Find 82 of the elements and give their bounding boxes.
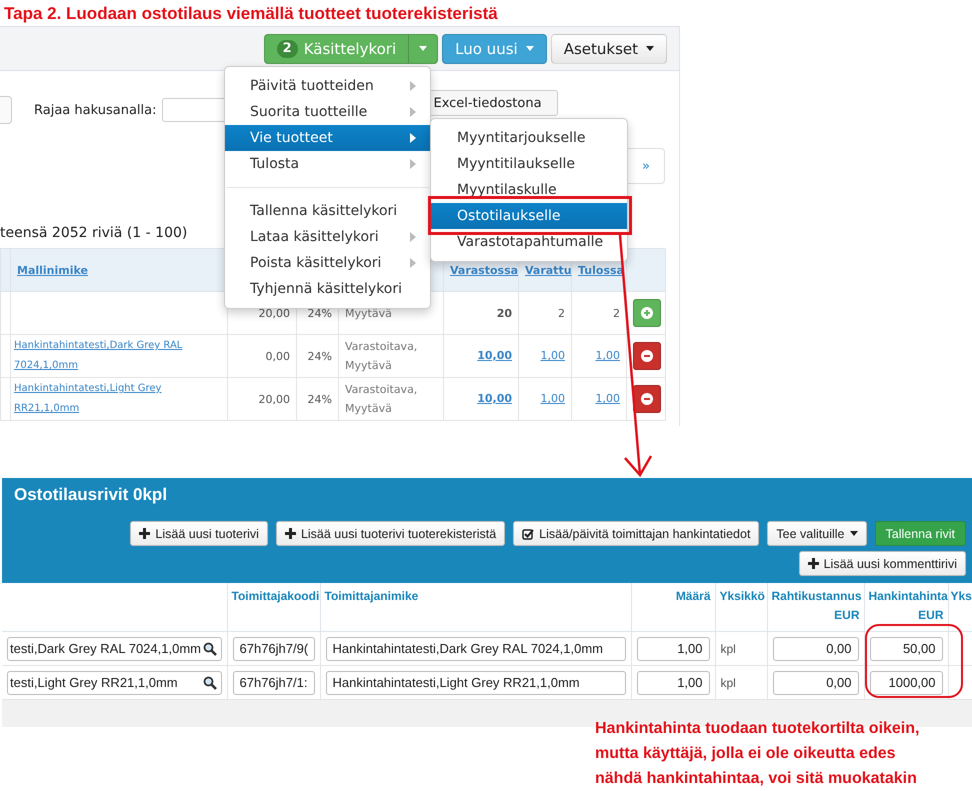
menu-item[interactable]: Tyhjennä käsittelykori: [225, 276, 430, 302]
product-link[interactable]: 1,00: [596, 392, 620, 405]
menu-item[interactable]: Myyntitarjoukselle: [431, 125, 627, 151]
plus-icon: [808, 558, 819, 569]
menu-item[interactable]: Ostotilaukselle: [431, 203, 627, 229]
caret-icon: [526, 46, 534, 51]
caret-icon: [646, 46, 654, 51]
unit-text: kpl: [720, 676, 736, 690]
table-cell: 20,00: [258, 306, 290, 320]
add-button[interactable]: Lisää/päivitä toimittajan hankintatiedot: [513, 521, 760, 546]
row-count: teensä 2052 riviä (1 - 100): [0, 225, 188, 241]
column-header: Yksikkö: [720, 589, 765, 603]
table-cell: 24%: [308, 306, 332, 320]
search-icon: [202, 642, 216, 656]
menu-item[interactable]: Tallenna käsittelykori: [225, 198, 430, 224]
table-cell: Varastoitava, Myytävä: [345, 383, 418, 415]
product-field[interactable]: testi,Dark Grey RAL 7024,1,0mm: [7, 636, 222, 660]
table-cell: 24%: [308, 350, 332, 362]
plus-icon: [641, 307, 653, 319]
table-cell: 2: [558, 306, 565, 320]
caret-icon: [419, 46, 428, 51]
column-header: Yks: [950, 589, 972, 603]
page-heading: Tapa 2. Luodaan ostotilaus viemällä tuotteet tuoterekisteristä: [3, 3, 499, 25]
column-header: Rahtikustannus EUR: [772, 589, 862, 622]
table-cell: Varastoitava, Myytävä: [345, 340, 418, 372]
input-field[interactable]: 1,00: [636, 670, 710, 694]
product-link[interactable]: 10,00: [477, 349, 512, 362]
menu-item[interactable]: Lataa käsittelykori: [225, 224, 430, 250]
input-field[interactable]: 0,00: [772, 670, 858, 694]
input-field[interactable]: 67h76jh7/1:: [232, 670, 314, 694]
product-link[interactable]: 1,00: [540, 392, 565, 405]
next-page-link[interactable]: »: [627, 148, 665, 184]
column-header: Toimittajanimike: [324, 589, 418, 603]
menu-item[interactable]: Vie tuotteet: [225, 125, 430, 151]
annotation-note: Hankintahinta tuodaan tuotekortilta oikein, mutta käyttäjä, jolla ei ole oikeutta edes nähdä hankintahintaa, voi sitä muokatakin: [595, 719, 920, 789]
product-field[interactable]: testi,Light Grey RR21,1,0mm: [7, 670, 222, 694]
menu-item[interactable]: Poista käsittelykori: [225, 250, 430, 276]
add-button[interactable]: [633, 299, 661, 327]
plus-icon: [284, 528, 296, 539]
product-link[interactable]: 10,00: [477, 392, 512, 405]
remove-button[interactable]: [633, 385, 661, 413]
search-icon: [202, 676, 216, 690]
input-field[interactable]: 0,00: [772, 636, 858, 660]
checkbox-icon: [522, 528, 534, 540]
table-cell: 20,00: [258, 392, 290, 406]
minus-icon: [641, 393, 653, 405]
column-header: Hankintahinta EUR: [868, 589, 948, 622]
count-badge: 2: [276, 40, 298, 58]
button-label: Käsittelykori: [304, 40, 396, 58]
table-cell: Myytävä: [345, 306, 392, 320]
input-field[interactable]: Hankintahintatesti,Dark Grey RAL 7024,1,0mm: [326, 636, 626, 660]
input-field[interactable]: Hankintahintatesti,Light Grey RR21,1,0mm: [326, 670, 626, 694]
unit-text: kpl: [720, 642, 736, 656]
input-field[interactable]: 1000,00: [870, 670, 942, 694]
dropdown-button[interactable]: Asetukset: [550, 34, 667, 64]
table-cell: 24%: [308, 392, 332, 406]
button-label: Asetukset: [564, 40, 638, 58]
remove-button[interactable]: [633, 342, 661, 370]
filter-label: Rajaa hakusanalla:: [34, 102, 156, 118]
add-button[interactable]: Lisää uusi tuoterivi tuoterekisteristä: [276, 521, 506, 546]
menu-item[interactable]: Myyntitilaukselle: [431, 151, 627, 177]
product-link[interactable]: 1,00: [540, 349, 565, 362]
plus-icon: [139, 528, 150, 539]
column-header: Toimittajakoodi: [232, 589, 320, 603]
panel-title: Ostotilausrivit 0kpl: [14, 485, 168, 506]
basket-button[interactable]: 2 Käsittelykori: [264, 34, 438, 64]
column-header: Määrä: [676, 589, 710, 603]
table-cell: 20: [496, 306, 512, 320]
dropdown-button[interactable]: Tee valituille: [767, 521, 867, 546]
minus-icon: [641, 350, 653, 362]
input-field[interactable]: 50,00: [870, 636, 942, 660]
table-cell: 0,00: [266, 350, 290, 362]
menu-item[interactable]: Myyntilaskulle: [431, 177, 627, 203]
menu-item[interactable]: Varastotapahtumalle: [431, 229, 627, 255]
input-field[interactable]: 1,00: [636, 636, 710, 660]
product-link[interactable]: 1,00: [596, 349, 620, 362]
caret-icon: [850, 531, 858, 536]
table-cell: 2: [613, 306, 620, 320]
menu-item[interactable]: Tulosta: [225, 151, 430, 177]
add-button[interactable]: Lisää uusi tuoterivi: [130, 521, 268, 546]
add-button[interactable]: Lisää uusi kommenttirivi: [798, 551, 966, 576]
button-label: Luo uusi: [455, 40, 518, 58]
